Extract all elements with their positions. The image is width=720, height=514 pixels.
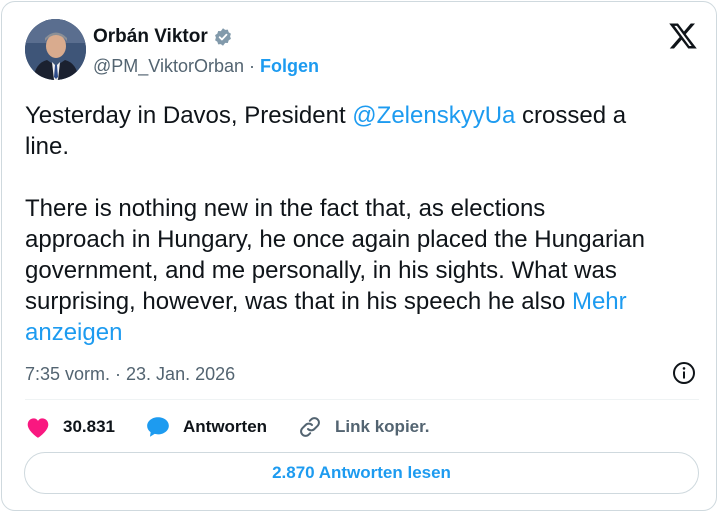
speech-bubble-icon xyxy=(147,417,169,437)
author-handle[interactable]: @PM_ViktorOrban xyxy=(93,56,244,77)
mention-link[interactable]: @ZelenskyyUa xyxy=(352,102,515,129)
author-name[interactable]: Orbán Viktor xyxy=(93,26,208,48)
reply-label: Antworten xyxy=(183,417,268,436)
tweet-timestamp[interactable]: 7:35 vorm. · 23. Jan. 2026 xyxy=(25,362,235,386)
read-replies-button[interactable]: 2.870 Antworten lesen xyxy=(24,452,699,494)
action-bar: 30.831 Antworten Link kopier. xyxy=(25,412,460,442)
tweet-card: Orbán Viktor @PM_ViktorOrban · Folgen Ye… xyxy=(1,1,717,511)
author-name-row: Orbán Viktor xyxy=(93,24,233,50)
copy-link-label: Link kopier. xyxy=(335,417,430,436)
avatar[interactable] xyxy=(25,19,86,80)
tweet-text: Yesterday in Davos, President @Zelenskyy… xyxy=(25,100,695,348)
info-icon[interactable] xyxy=(672,361,696,385)
x-logo-icon[interactable] xyxy=(668,22,698,50)
likes-count: 30.831 xyxy=(63,417,115,436)
link-icon xyxy=(300,417,320,437)
tweet-text-part1: Yesterday in Davos, President xyxy=(25,102,353,129)
follow-button[interactable]: Folgen xyxy=(260,56,319,77)
avatar-portrait xyxy=(25,19,86,80)
tweet-text-part2: crossed a line. There is nothing new in … xyxy=(25,102,645,315)
copy-link-button[interactable]: Link kopier. xyxy=(297,415,430,439)
reply-button[interactable]: Antworten xyxy=(145,415,267,439)
read-replies-label: 2.870 Antworten lesen xyxy=(272,463,451,482)
like-button[interactable]: 30.831 xyxy=(25,415,115,439)
heart-icon xyxy=(27,418,49,438)
separator-dot: · xyxy=(249,55,255,76)
handle-row: @PM_ViktorOrban · Folgen xyxy=(93,54,319,78)
verified-badge-icon xyxy=(213,27,233,47)
divider xyxy=(25,399,699,400)
